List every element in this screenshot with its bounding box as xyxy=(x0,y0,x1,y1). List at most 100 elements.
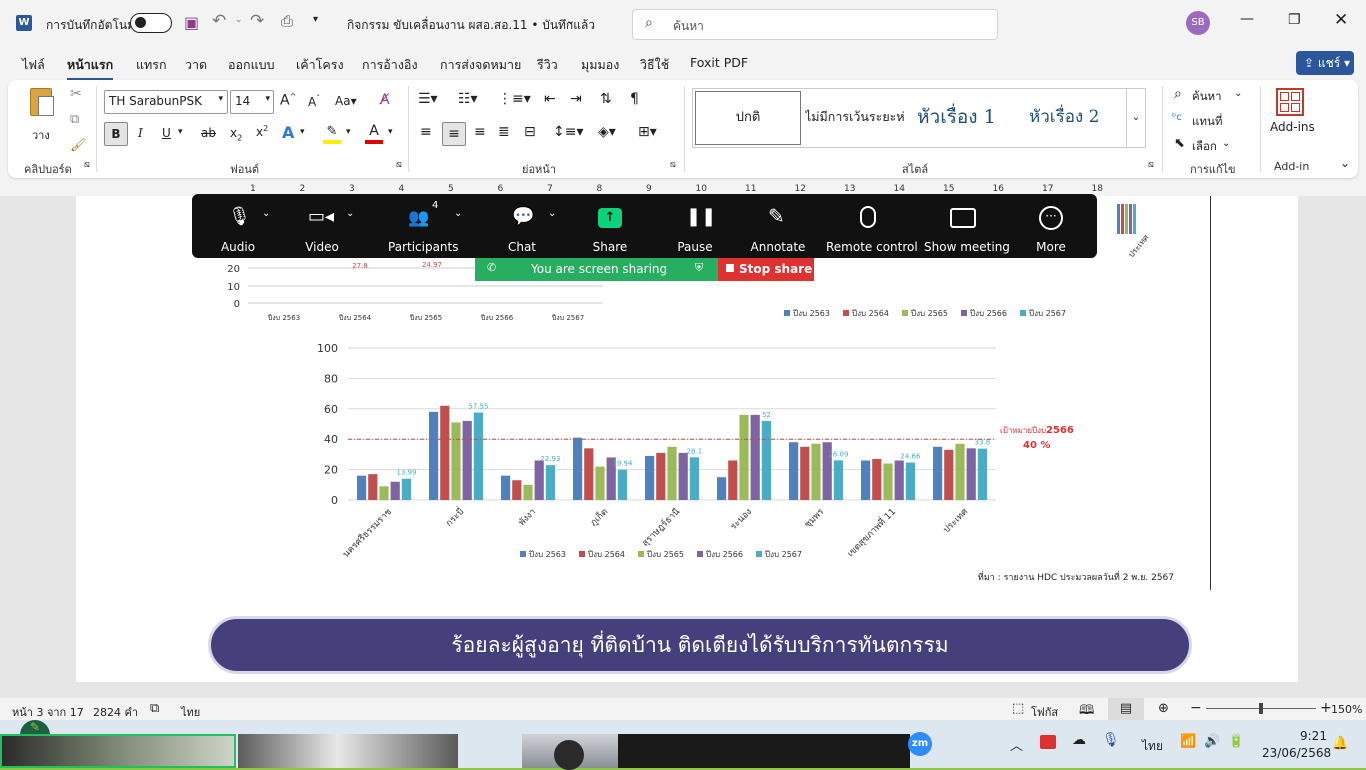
tab-mailings[interactable]: การส่งจดหมาย xyxy=(440,55,521,75)
zoom-app-icon[interactable]: zm xyxy=(908,732,932,756)
change-case-icon[interactable]: Aa▾ xyxy=(335,94,357,108)
bullets-icon[interactable]: ☰▾ xyxy=(418,91,438,107)
borders-icon[interactable]: ⊞▾ xyxy=(638,124,657,140)
tab-foxit-pdf[interactable]: Foxit PDF xyxy=(690,55,748,70)
styles-launcher-icon[interactable]: ⧅ xyxy=(1148,160,1154,170)
autosave-toggle[interactable] xyxy=(130,13,172,33)
zoom-more-button[interactable]: ··· More xyxy=(1032,194,1070,258)
select-icon[interactable]: ⬉ xyxy=(1174,136,1185,151)
paste-button[interactable]: วาง xyxy=(26,86,62,142)
numbering-icon[interactable]: ☷▾ xyxy=(458,91,478,107)
web-layout-icon[interactable]: ⊕ xyxy=(1158,701,1169,716)
style-heading-2[interactable]: หัวเรื่อง 2 xyxy=(1029,91,1125,145)
redo-icon[interactable]: ↷ xyxy=(250,11,264,31)
undo-dropdown-icon[interactable]: ⌄ xyxy=(235,15,243,25)
word-count[interactable]: 2824 คำ xyxy=(93,703,138,721)
highlight-dropdown-icon[interactable]: ▾ xyxy=(346,127,351,137)
share-button[interactable]: ⇪ แชร์ ▾ xyxy=(1296,51,1354,75)
italic-icon[interactable]: I xyxy=(138,126,143,140)
addins-icon[interactable] xyxy=(1276,88,1304,116)
font-size-select[interactable]: 14 ▾ xyxy=(230,90,274,114)
wifi-icon[interactable]: 📶 xyxy=(1180,734,1196,749)
participants-dropdown-icon[interactable]: ⌄ xyxy=(454,208,462,219)
focus-label[interactable]: โฟกัส xyxy=(1031,703,1058,721)
zoom-share-button[interactable]: ↑ Share xyxy=(590,194,630,258)
underline-dropdown-icon[interactable]: ▾ xyxy=(178,127,183,137)
tray-app-icon[interactable] xyxy=(1040,735,1056,749)
shrink-font-icon[interactable]: Aˇ xyxy=(308,94,320,109)
font-color-dropdown-icon[interactable]: ▾ xyxy=(388,127,393,137)
multilevel-list-icon[interactable]: ⋮≡▾ xyxy=(498,91,531,107)
chat-dropdown-icon[interactable]: ⌄ xyxy=(548,208,556,219)
close-icon[interactable]: ✕ xyxy=(1334,10,1348,30)
replace-icon[interactable]: ᵇc xyxy=(1172,112,1182,123)
video-dropdown-icon[interactable]: ⌄ xyxy=(346,208,354,219)
clock-time[interactable]: 9:21 xyxy=(1300,729,1327,743)
zoom-chat-button[interactable]: 💬 ⌄ Chat xyxy=(502,194,556,258)
align-center-button[interactable]: ≡ xyxy=(442,122,466,146)
format-painter-icon[interactable]: 🖌 xyxy=(70,138,87,153)
grow-font-icon[interactable]: A^ xyxy=(280,92,296,109)
strikethrough-icon[interactable]: ab xyxy=(201,126,216,140)
find-label[interactable]: ค้นหา xyxy=(1192,88,1222,106)
tab-home[interactable]: หน้าแรก xyxy=(67,55,114,81)
input-language[interactable]: ไทย xyxy=(1142,737,1163,756)
subscript-icon[interactable]: x2 xyxy=(230,126,242,142)
decrease-indent-icon[interactable]: ⇤ xyxy=(544,91,556,107)
zoom-out-icon[interactable]: − xyxy=(1190,700,1202,716)
underline-icon[interactable]: U xyxy=(162,126,171,140)
zoom-level[interactable]: 150% xyxy=(1331,703,1362,716)
tab-view[interactable]: มุมมอง xyxy=(581,55,619,75)
sort-icon[interactable]: ⇅ xyxy=(600,91,612,107)
focus-icon[interactable]: ⬚ xyxy=(1012,701,1024,716)
zoom-remote-control-button[interactable]: Remote control xyxy=(826,194,918,258)
save-icon[interactable]: ▣ xyxy=(184,13,199,32)
print-layout-button[interactable]: ▤ xyxy=(1108,698,1144,720)
font-color-icon[interactable]: A xyxy=(365,123,383,144)
ribbon-collapse-icon[interactable]: ⌄ xyxy=(1340,156,1350,170)
clock-date[interactable]: 23/06/2568 xyxy=(1262,746,1331,760)
clipboard-launcher-icon[interactable]: ⧅ xyxy=(84,160,90,170)
mic-tray-icon[interactable]: 🎙 xyxy=(1102,732,1120,748)
cloud-icon[interactable]: ☁ xyxy=(1072,732,1086,748)
text-effects-icon[interactable]: A xyxy=(282,123,294,142)
document-title[interactable]: กิจกรรม ขับเคลื่อนงาน ผสอ.สอ.11 • บันทึก… xyxy=(347,16,595,35)
font-name-select[interactable]: TH SarabunPSK ▾ xyxy=(104,90,228,114)
increase-indent-icon[interactable]: ⇥ xyxy=(570,91,582,107)
shading-icon[interactable]: ◈▾ xyxy=(598,124,616,140)
restore-icon[interactable]: ❐ xyxy=(1288,12,1301,28)
page-count[interactable]: หน้า 3 จาก 17 xyxy=(12,703,84,721)
line-spacing-icon[interactable]: ↕≡▾ xyxy=(553,124,584,140)
stop-share-button[interactable]: Stop share xyxy=(718,258,814,281)
screen-sharing-indicator[interactable]: ✆ You are screen sharing ⛨ xyxy=(475,258,718,281)
align-left-icon[interactable]: ≡ xyxy=(420,124,432,140)
addins-button[interactable]: Add-ins xyxy=(1270,120,1315,134)
zoom-video-button[interactable]: ▭◂ ⌄ Video xyxy=(298,194,354,258)
bold-button[interactable]: B xyxy=(104,122,128,146)
style-normal[interactable]: ปกติ xyxy=(695,91,801,145)
zoom-slider[interactable] xyxy=(1206,703,1316,714)
tab-file[interactable]: ไฟล์ xyxy=(22,55,45,75)
tab-help[interactable]: วิธีใช้ xyxy=(640,55,669,75)
superscript-icon[interactable]: x2 xyxy=(256,124,268,139)
clear-formatting-icon[interactable]: A̸ xyxy=(380,92,390,108)
audio-dropdown-icon[interactable]: ⌄ xyxy=(262,208,270,219)
show-hidden-icons-icon[interactable]: ︿ xyxy=(1010,735,1023,754)
print-icon[interactable]: ⎙ xyxy=(281,12,293,30)
style-heading-1[interactable]: หัวเรื่อง 1 xyxy=(917,91,1017,145)
volume-icon[interactable]: 🔊 xyxy=(1204,734,1220,749)
find-icon[interactable]: ⌕ xyxy=(1174,86,1182,102)
search-box[interactable]: ⌕ ค้นหา xyxy=(632,9,998,40)
avatar[interactable]: SB xyxy=(1186,11,1210,35)
title-dropdown-icon[interactable]: ⌄ xyxy=(566,14,575,27)
tab-design[interactable]: ออกแบบ xyxy=(228,55,275,75)
paragraph-launcher-icon[interactable]: ⧅ xyxy=(670,160,676,170)
show-marks-icon[interactable]: ¶ xyxy=(630,91,639,107)
copy-icon[interactable]: ⧉ xyxy=(70,112,79,127)
tab-layout[interactable]: เค้าโครง xyxy=(296,55,344,75)
proofing-icon[interactable]: ⧉ xyxy=(150,701,159,716)
align-right-icon[interactable]: ≡ xyxy=(474,124,486,140)
zoom-participants-button[interactable]: 👥 4 ⌄ Participants xyxy=(388,194,462,258)
tab-insert[interactable]: แทรก xyxy=(136,55,167,75)
tab-references[interactable]: การอ้างอิง xyxy=(362,55,418,75)
